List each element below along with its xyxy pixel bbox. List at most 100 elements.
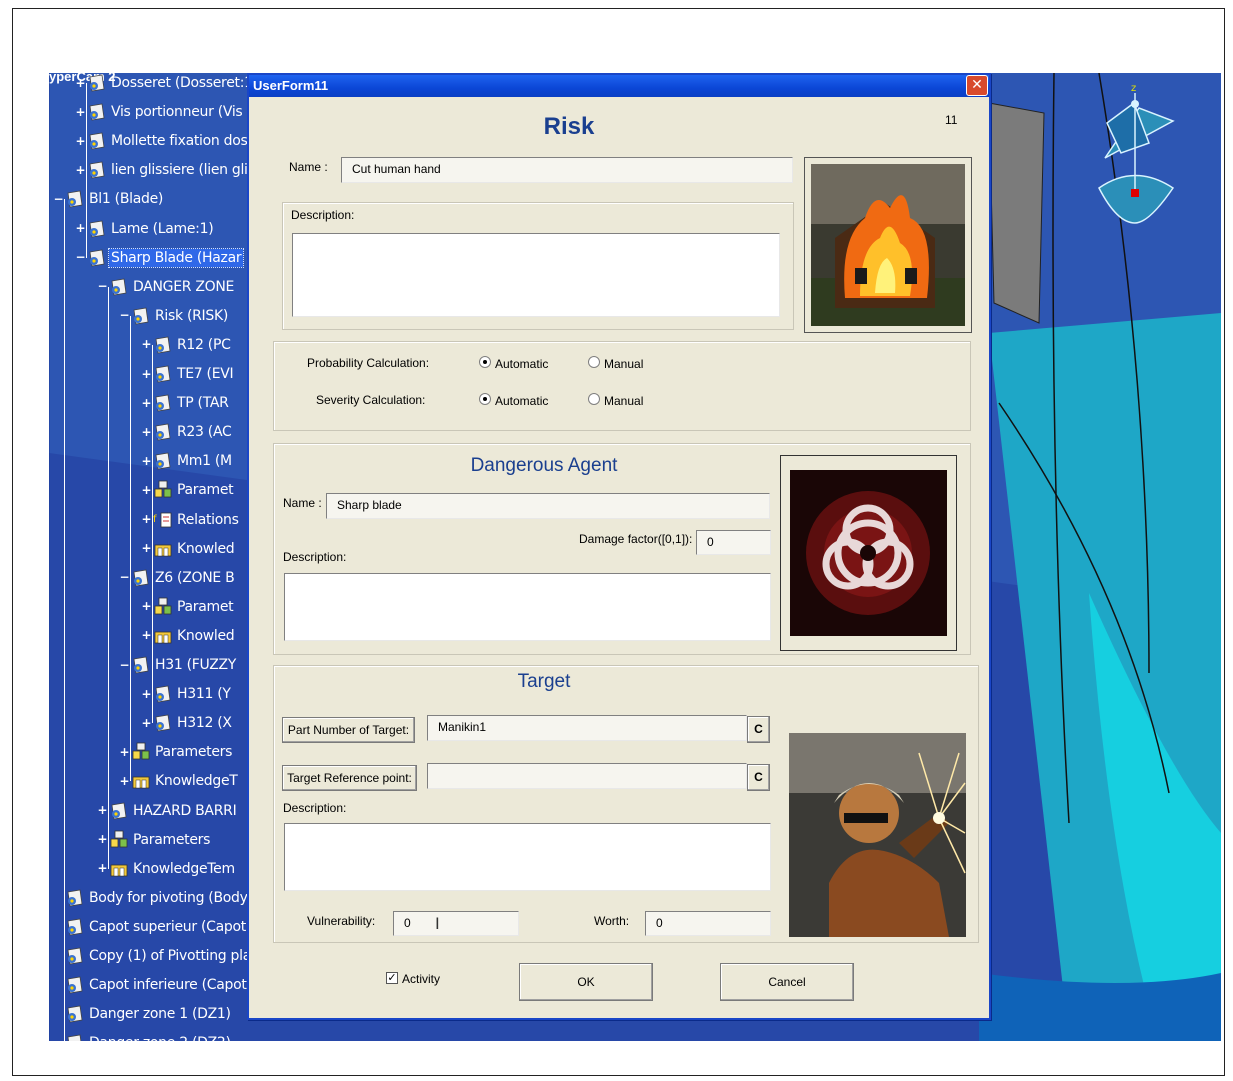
tree-node[interactable]: + Dosseret (Dosseret:1) [75, 73, 260, 95]
expand-icon[interactable]: + [75, 164, 86, 176]
expand-icon[interactable]: + [141, 484, 152, 496]
ok-button[interactable]: OK [519, 963, 653, 1001]
damage-factor-field[interactable]: 0 [696, 530, 771, 555]
part-icon [109, 277, 129, 297]
tree-node[interactable]: + Vis portionneur (Vis pc [75, 100, 265, 124]
tree-node[interactable]: Capot inferieure (Capot ir [53, 973, 262, 997]
tree-node[interactable]: + Paramet [141, 595, 235, 619]
expand-icon[interactable]: + [97, 833, 108, 845]
tree-node[interactable]: − Risk (RISK) [119, 304, 230, 328]
expand-icon[interactable]: + [75, 135, 86, 147]
severity-manual-radio[interactable] [588, 393, 600, 405]
tree-node[interactable]: + Mollette fixation dosse [75, 129, 265, 153]
tree-node[interactable]: Body for pivoting (Body f [53, 886, 258, 910]
dialog-titlebar[interactable]: UserForm11 ✕ [249, 75, 989, 97]
expand-icon[interactable]: + [141, 455, 152, 467]
specification-tree[interactable]: yperCam 2 + Dosseret (Dosseret:1) + Vis por… [49, 73, 274, 1041]
expand-icon[interactable]: + [141, 717, 152, 729]
tree-node[interactable]: + H312 (X [141, 711, 234, 735]
agent-name-field[interactable]: Sharp blade [326, 493, 770, 519]
tree-node[interactable]: + KnowledgeTem [97, 857, 237, 881]
part-number-field[interactable]: Manikin1 [427, 715, 747, 741]
expand-icon[interactable]: + [97, 862, 108, 874]
corner-number: 11 [945, 113, 958, 127]
expand-icon[interactable]: + [119, 746, 130, 758]
collapse-icon[interactable]: − [119, 659, 130, 671]
tree-node[interactable]: + Parameters [97, 828, 212, 852]
tree-node[interactable]: + Knowled [141, 537, 236, 561]
expand-icon[interactable]: + [141, 426, 152, 438]
tree-node[interactable]: − Z6 (ZONE B [119, 566, 236, 590]
agent-description-field[interactable] [284, 573, 771, 641]
expand-icon[interactable]: + [119, 775, 130, 787]
close-button[interactable]: ✕ [966, 75, 988, 96]
tree-connector-line [130, 315, 131, 782]
tree-node[interactable]: + Knowled [141, 624, 236, 648]
collapse-icon[interactable]: − [119, 571, 130, 583]
expand-icon[interactable] [53, 951, 64, 962]
target-reference-point-button[interactable]: Target Reference point: [282, 765, 417, 791]
tree-node[interactable]: + TE7 (EVI [141, 362, 235, 386]
part-icon [153, 364, 173, 384]
expand-icon[interactable]: + [141, 397, 152, 409]
reference-point-field[interactable] [427, 763, 747, 789]
collapse-icon[interactable]: − [75, 251, 86, 263]
tree-node[interactable]: − Bl1 (Blade) [53, 187, 165, 211]
probability-automatic-radio[interactable] [479, 356, 491, 368]
tree-node[interactable]: − H31 (FUZZY [119, 653, 238, 677]
part-number-c-button[interactable]: C [747, 716, 770, 743]
collapse-icon[interactable]: − [119, 309, 130, 321]
tree-node-label: Paramet [177, 598, 234, 615]
reference-point-c-button[interactable]: C [747, 764, 770, 791]
tree-node[interactable]: + HAZARD BARRI [97, 799, 238, 823]
target-description-label: Description: [283, 801, 347, 815]
tree-node[interactable]: Copy (1) of Pivotting plar [53, 944, 258, 968]
expand-icon[interactable]: + [141, 542, 152, 554]
collapse-icon[interactable]: − [53, 193, 64, 205]
tree-node[interactable]: + lien glissiere (lien glissie [75, 158, 276, 182]
expand-icon[interactable] [53, 892, 64, 903]
expand-icon[interactable]: + [75, 106, 86, 118]
tree-node[interactable]: Danger zone 1 (DZ1) [53, 1002, 233, 1026]
expand-icon[interactable] [53, 1038, 64, 1041]
tree-node[interactable]: + Parameters [119, 740, 234, 764]
tree-node[interactable]: + Lame (Lame:1) [75, 217, 215, 241]
part-icon [65, 189, 85, 209]
target-description-field[interactable] [284, 823, 771, 891]
tree-node[interactable]: Capot superieur (Capot su [53, 915, 268, 939]
tree-node[interactable]: + R23 (AC [141, 420, 233, 444]
activity-checkbox[interactable]: ✓ [386, 972, 398, 984]
probability-manual-radio[interactable] [588, 356, 600, 368]
tree-node[interactable]: + KnowledgeT [119, 769, 240, 793]
expand-icon[interactable]: + [141, 338, 152, 350]
part-icon [153, 335, 173, 355]
expand-icon[interactable]: + [75, 222, 86, 234]
expand-icon[interactable] [53, 980, 64, 991]
expand-icon[interactable]: + [75, 77, 86, 89]
expand-icon[interactable]: + [141, 688, 152, 700]
worth-field[interactable]: 0 [645, 911, 771, 936]
tree-node[interactable]: + Mm1 (M [141, 449, 234, 473]
expand-icon[interactable]: + [141, 629, 152, 641]
tree-node[interactable]: Danger zone 2 (DZ2) [53, 1031, 233, 1041]
expand-icon[interactable]: + [141, 513, 152, 525]
part-number-of-target-button[interactable]: Part Number of Target: [282, 717, 415, 743]
tree-node[interactable]: + TP (TAR [141, 391, 231, 415]
tree-node[interactable]: + R12 (PC [141, 333, 233, 357]
tree-node[interactable]: + Paramet [141, 478, 235, 502]
tree-node[interactable]: − Sharp Blade (Hazar [75, 246, 245, 270]
tree-node[interactable]: + H311 (Y [141, 682, 233, 706]
vulnerability-field[interactable]: 0 [393, 911, 519, 936]
expand-icon[interactable]: + [97, 804, 108, 816]
severity-automatic-radio[interactable] [479, 393, 491, 405]
risk-name-field[interactable]: Cut human hand [341, 157, 793, 183]
expand-icon[interactable]: + [141, 600, 152, 612]
risk-description-field[interactable] [292, 233, 780, 317]
tree-node[interactable]: − DANGER ZONE [97, 275, 236, 299]
tree-node[interactable]: + f Relations [141, 508, 241, 532]
expand-icon[interactable] [53, 1009, 64, 1020]
collapse-icon[interactable]: − [97, 280, 108, 292]
expand-icon[interactable] [53, 921, 64, 932]
expand-icon[interactable]: + [141, 368, 152, 380]
cancel-button[interactable]: Cancel [720, 963, 854, 1001]
